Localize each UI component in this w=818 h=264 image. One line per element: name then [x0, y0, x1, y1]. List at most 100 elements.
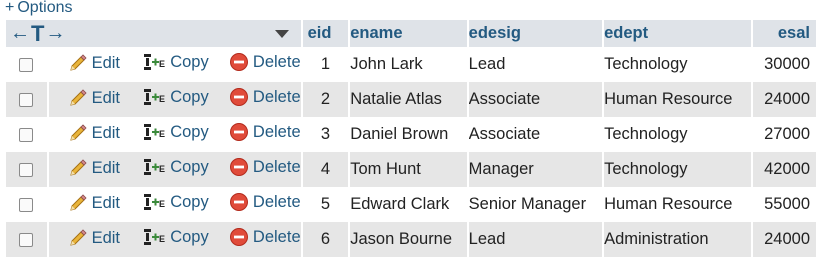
cell-eid[interactable]: 1	[302, 47, 349, 82]
cell-ename[interactable]: Jason Bourne	[350, 222, 467, 257]
pencil-icon	[68, 229, 88, 247]
delete-circle-icon	[229, 87, 249, 107]
cell-ename[interactable]: Daniel Brown	[350, 117, 467, 152]
row-select-cell	[6, 152, 47, 187]
delete-label: Delete	[252, 122, 301, 141]
cell-esal[interactable]: 27000	[753, 117, 816, 152]
pencil-icon	[68, 159, 88, 177]
column-nav-arrows[interactable]: ← T →	[6, 20, 301, 47]
column-header-eid[interactable]: eid	[302, 20, 349, 47]
edit-link[interactable]: Edit	[68, 124, 120, 143]
row-select-cell	[6, 117, 47, 152]
column-header-esal[interactable]: esal	[753, 20, 816, 47]
cell-esal[interactable]: 55000	[753, 187, 816, 222]
row-select-cell	[6, 222, 47, 257]
row-select-cell	[6, 47, 47, 82]
edit-label: Edit	[91, 88, 121, 107]
copy-insert-icon: E	[142, 157, 166, 177]
row-actions: Edit E Copy Delete	[48, 222, 301, 257]
row-checkbox[interactable]	[19, 92, 34, 107]
copy-insert-icon: E	[142, 52, 166, 72]
table-row: Edit E Copy Delete 2 Natalie Atlas Associ…	[6, 82, 816, 117]
table-row: Edit E Copy Delete 4 Tom Hunt Manager Tec…	[6, 152, 816, 187]
edit-label: Edit	[91, 228, 121, 247]
column-header-ename[interactable]: ename	[350, 20, 467, 47]
row-select-cell	[6, 187, 47, 222]
cell-ename[interactable]: Natalie Atlas	[350, 82, 467, 117]
edit-label: Edit	[91, 158, 121, 177]
edit-link[interactable]: Edit	[68, 229, 120, 248]
table-row: Edit E Copy Delete 1 John Lark Lead Techn…	[6, 47, 816, 82]
delete-link[interactable]: Delete	[229, 157, 301, 177]
edit-link[interactable]: Edit	[68, 159, 120, 178]
options-toggle[interactable]: + Options	[5, 0, 72, 17]
cell-esal[interactable]: 30000	[753, 47, 816, 82]
svg-text:E: E	[159, 129, 165, 139]
row-actions: Edit E Copy Delete	[48, 82, 301, 117]
delete-circle-icon	[229, 157, 249, 177]
copy-link[interactable]: E Copy	[142, 227, 209, 247]
row-actions: Edit E Copy Delete	[48, 117, 301, 152]
cell-esal[interactable]: 24000	[753, 82, 816, 117]
row-checkbox[interactable]	[19, 127, 34, 142]
cell-edesig[interactable]: Senior Manager	[468, 187, 603, 222]
delete-link[interactable]: Delete	[229, 122, 301, 142]
row-checkbox[interactable]	[19, 162, 34, 177]
copy-insert-icon: E	[142, 227, 166, 247]
cell-eid[interactable]: 5	[302, 187, 349, 222]
cell-edept[interactable]: Human Resource	[604, 82, 752, 117]
row-actions: Edit E Copy Delete	[48, 47, 301, 82]
delete-link[interactable]: Delete	[229, 52, 301, 72]
copy-link[interactable]: E Copy	[142, 122, 209, 142]
table-header-row: ← T → eid ename edesig edept esal	[6, 20, 816, 47]
arrow-left-icon[interactable]: ←	[10, 20, 30, 47]
copy-link[interactable]: E Copy	[142, 192, 209, 212]
pencil-icon	[68, 124, 88, 142]
copy-label: Copy	[170, 122, 209, 141]
delete-link[interactable]: Delete	[229, 192, 301, 212]
copy-link[interactable]: E Copy	[142, 87, 209, 107]
cell-edept[interactable]: Administration	[604, 222, 752, 257]
cell-edesig[interactable]: Lead	[468, 222, 603, 257]
cell-eid[interactable]: 2	[302, 82, 349, 117]
options-plus: +	[5, 0, 15, 16]
row-checkbox[interactable]	[19, 57, 34, 72]
delete-circle-icon	[229, 192, 249, 212]
cell-esal[interactable]: 24000	[753, 222, 816, 257]
cell-edept[interactable]: Human Resource	[604, 187, 752, 222]
cell-edept[interactable]: Technology	[604, 152, 752, 187]
copy-link[interactable]: E Copy	[142, 52, 209, 72]
cell-edesig[interactable]: Associate	[468, 82, 603, 117]
text-toggle-icon[interactable]: T	[31, 20, 44, 47]
table-row: Edit E Copy Delete 5 Edward Clark Senior …	[6, 187, 816, 222]
column-header-edept[interactable]: edept	[604, 20, 752, 47]
delete-label: Delete	[252, 227, 301, 246]
copy-link[interactable]: E Copy	[142, 157, 209, 177]
cell-eid[interactable]: 4	[302, 152, 349, 187]
svg-text:E: E	[159, 234, 165, 244]
cell-edept[interactable]: Technology	[604, 47, 752, 82]
edit-link[interactable]: Edit	[68, 194, 120, 213]
cell-ename[interactable]: John Lark	[350, 47, 467, 82]
copy-insert-icon: E	[142, 87, 166, 107]
cell-ename[interactable]: Tom Hunt	[350, 152, 467, 187]
cell-ename[interactable]: Edward Clark	[350, 187, 467, 222]
row-checkbox[interactable]	[19, 197, 34, 212]
cell-edesig[interactable]: Manager	[468, 152, 603, 187]
arrow-right-icon[interactable]: →	[45, 20, 65, 47]
delete-link[interactable]: Delete	[229, 227, 301, 247]
edit-link[interactable]: Edit	[68, 89, 120, 108]
cell-edesig[interactable]: Lead	[468, 47, 603, 82]
row-checkbox[interactable]	[19, 232, 34, 247]
column-header-edesig[interactable]: edesig	[468, 20, 603, 47]
cell-esal[interactable]: 42000	[753, 152, 816, 187]
delete-link[interactable]: Delete	[229, 87, 301, 107]
edit-label: Edit	[91, 193, 121, 212]
cell-edept[interactable]: Technology	[604, 117, 752, 152]
row-select-cell	[6, 82, 47, 117]
cell-eid[interactable]: 3	[302, 117, 349, 152]
edit-link[interactable]: Edit	[68, 54, 120, 73]
cell-eid[interactable]: 6	[302, 222, 349, 257]
sort-down-triangle-icon[interactable]	[274, 30, 289, 38]
cell-edesig[interactable]: Associate	[468, 117, 603, 152]
